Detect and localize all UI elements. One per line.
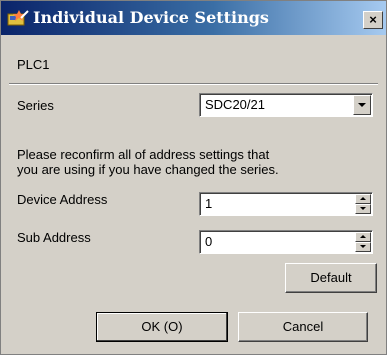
divider: [9, 83, 378, 85]
device-address-value: 1: [205, 196, 213, 211]
spin-up-icon[interactable]: [355, 194, 371, 204]
individual-device-settings-dialog: Individual Device Settings × PLC1 Series…: [0, 0, 387, 355]
close-icon: ×: [369, 12, 377, 27]
device-address-label: Device Address: [17, 192, 108, 207]
sub-address-stepper[interactable]: 0: [199, 230, 373, 254]
settings-wand-icon: [7, 8, 29, 28]
ok-button[interactable]: OK (O): [96, 312, 228, 342]
sub-address-value: 0: [205, 234, 213, 249]
reconfirm-note-line-1: Please reconfirm all of address settings…: [17, 147, 270, 162]
series-label: Series: [17, 98, 54, 113]
title-bar[interactable]: Individual Device Settings ×: [1, 1, 386, 35]
spin-up-icon[interactable]: [355, 232, 371, 242]
spin-down-icon[interactable]: [355, 242, 371, 252]
dialog-title: Individual Device Settings: [33, 8, 269, 27]
device-name: PLC1: [17, 57, 50, 72]
cancel-button[interactable]: Cancel: [238, 312, 368, 342]
series-value: SDC20/21: [205, 97, 265, 112]
sub-address-label: Sub Address: [17, 230, 91, 245]
sub-address-spin-buttons: [355, 232, 371, 252]
spin-down-icon[interactable]: [355, 204, 371, 214]
series-dropdown[interactable]: SDC20/21: [199, 93, 373, 117]
reconfirm-note: Please reconfirm all of address settings…: [17, 147, 279, 177]
device-address-stepper[interactable]: 1: [199, 192, 373, 216]
device-address-spin-buttons: [355, 194, 371, 214]
reconfirm-note-line-2: you are using if you have changed the se…: [17, 162, 279, 177]
close-button[interactable]: ×: [363, 11, 383, 29]
default-button[interactable]: Default: [285, 263, 377, 293]
chevron-down-icon[interactable]: [353, 95, 371, 115]
